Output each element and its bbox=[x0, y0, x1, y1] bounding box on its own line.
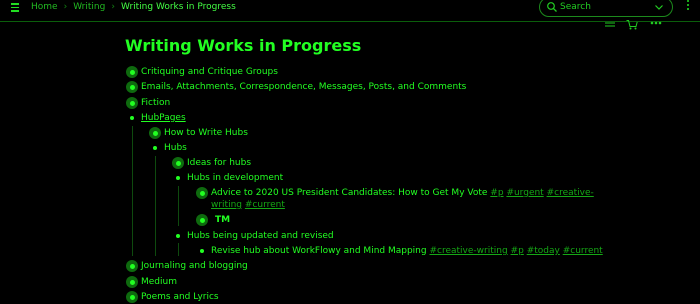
breadcrumb-current[interactable]: Writing Works in Progress bbox=[121, 2, 236, 12]
indent-guide bbox=[132, 126, 133, 256]
bullet-icon[interactable] bbox=[172, 157, 184, 169]
item-text[interactable]: Fiction bbox=[141, 96, 170, 110]
bullet-icon[interactable] bbox=[149, 142, 161, 154]
top-bar: Home › Writing › Writing Works in Progress bbox=[0, 0, 700, 22]
ellipsis-icon[interactable] bbox=[650, 21, 662, 25]
item-text-label: Advice to 2020 US President Candidates: … bbox=[211, 188, 488, 198]
tag-creative-writing[interactable]: #creative- bbox=[547, 188, 594, 198]
breadcrumb-home[interactable]: Home bbox=[31, 2, 58, 12]
item-text[interactable]: Critiquing and Critique Groups bbox=[141, 65, 278, 79]
item-text[interactable]: Hubs in development bbox=[187, 171, 283, 185]
item-text[interactable]: Hubs bbox=[164, 141, 187, 155]
breadcrumb-separator-icon: › bbox=[63, 2, 68, 12]
item-text[interactable]: Revise hub about WorkFlowy and Mind Mapp… bbox=[211, 244, 603, 258]
item-text[interactable]: Hubs being updated and revised bbox=[187, 229, 334, 243]
item-text[interactable]: HubPages bbox=[141, 111, 186, 125]
tag-p[interactable]: #p bbox=[511, 246, 524, 256]
item-text[interactable]: Emails, Attachments, Correspondence, Mes… bbox=[141, 80, 466, 94]
cart-icon[interactable] bbox=[626, 20, 638, 30]
tag-p[interactable]: #p bbox=[490, 188, 503, 198]
search-box[interactable] bbox=[539, 0, 673, 17]
bullet-icon[interactable] bbox=[196, 214, 208, 226]
bullet-icon[interactable] bbox=[172, 230, 184, 242]
breadcrumb-separator-icon: › bbox=[111, 2, 115, 12]
menu-icon[interactable] bbox=[9, 1, 21, 15]
indent-guide bbox=[178, 243, 179, 256]
bullet-icon[interactable] bbox=[126, 276, 138, 288]
item-text[interactable]: Ideas for hubs bbox=[187, 156, 251, 170]
item-text-continuation: writing #current bbox=[211, 198, 285, 212]
bullet-icon[interactable] bbox=[126, 81, 138, 93]
item-text-label: Revise hub about WorkFlowy and Mind Mapp… bbox=[211, 246, 427, 256]
bullet-icon[interactable] bbox=[126, 112, 138, 124]
bullet-icon[interactable] bbox=[149, 127, 161, 139]
indent-guide bbox=[178, 186, 179, 226]
item-text[interactable]: Medium bbox=[141, 275, 177, 289]
bullet-icon[interactable] bbox=[126, 291, 138, 303]
tag-urgent[interactable]: #urgent bbox=[506, 188, 543, 198]
bullet-icon[interactable] bbox=[196, 187, 208, 199]
item-text[interactable]: TM bbox=[215, 213, 230, 227]
page-title[interactable]: Writing Works in Progress bbox=[125, 36, 361, 56]
search-icon bbox=[547, 2, 557, 12]
tag-today[interactable]: #today bbox=[527, 246, 560, 256]
indent-guide bbox=[155, 156, 156, 256]
search-input[interactable] bbox=[560, 0, 644, 13]
bullet-icon[interactable] bbox=[126, 97, 138, 109]
bullet-icon[interactable] bbox=[126, 260, 138, 272]
breadcrumb-writing[interactable]: Writing bbox=[73, 2, 105, 12]
breadcrumb: Home › Writing › Writing Works in Progress bbox=[31, 1, 236, 13]
bullet-icon[interactable] bbox=[172, 172, 184, 184]
tag-current[interactable]: #current bbox=[245, 200, 285, 210]
tag-creative-writing-cont[interactable]: writing bbox=[211, 200, 242, 210]
more-options-icon[interactable] bbox=[685, 0, 691, 14]
item-text[interactable]: Poems and Lyrics bbox=[141, 290, 219, 304]
tag-creative-writing[interactable]: #creative-writing bbox=[429, 246, 507, 256]
tag-current[interactable]: #current bbox=[563, 246, 603, 256]
item-text[interactable]: Journaling and blogging bbox=[141, 259, 248, 273]
bullet-icon[interactable] bbox=[126, 66, 138, 78]
bullet-icon[interactable] bbox=[196, 245, 208, 257]
list-icon[interactable] bbox=[604, 22, 616, 28]
item-text[interactable]: How to Write Hubs bbox=[164, 126, 248, 140]
chevron-down-icon[interactable] bbox=[653, 1, 665, 13]
